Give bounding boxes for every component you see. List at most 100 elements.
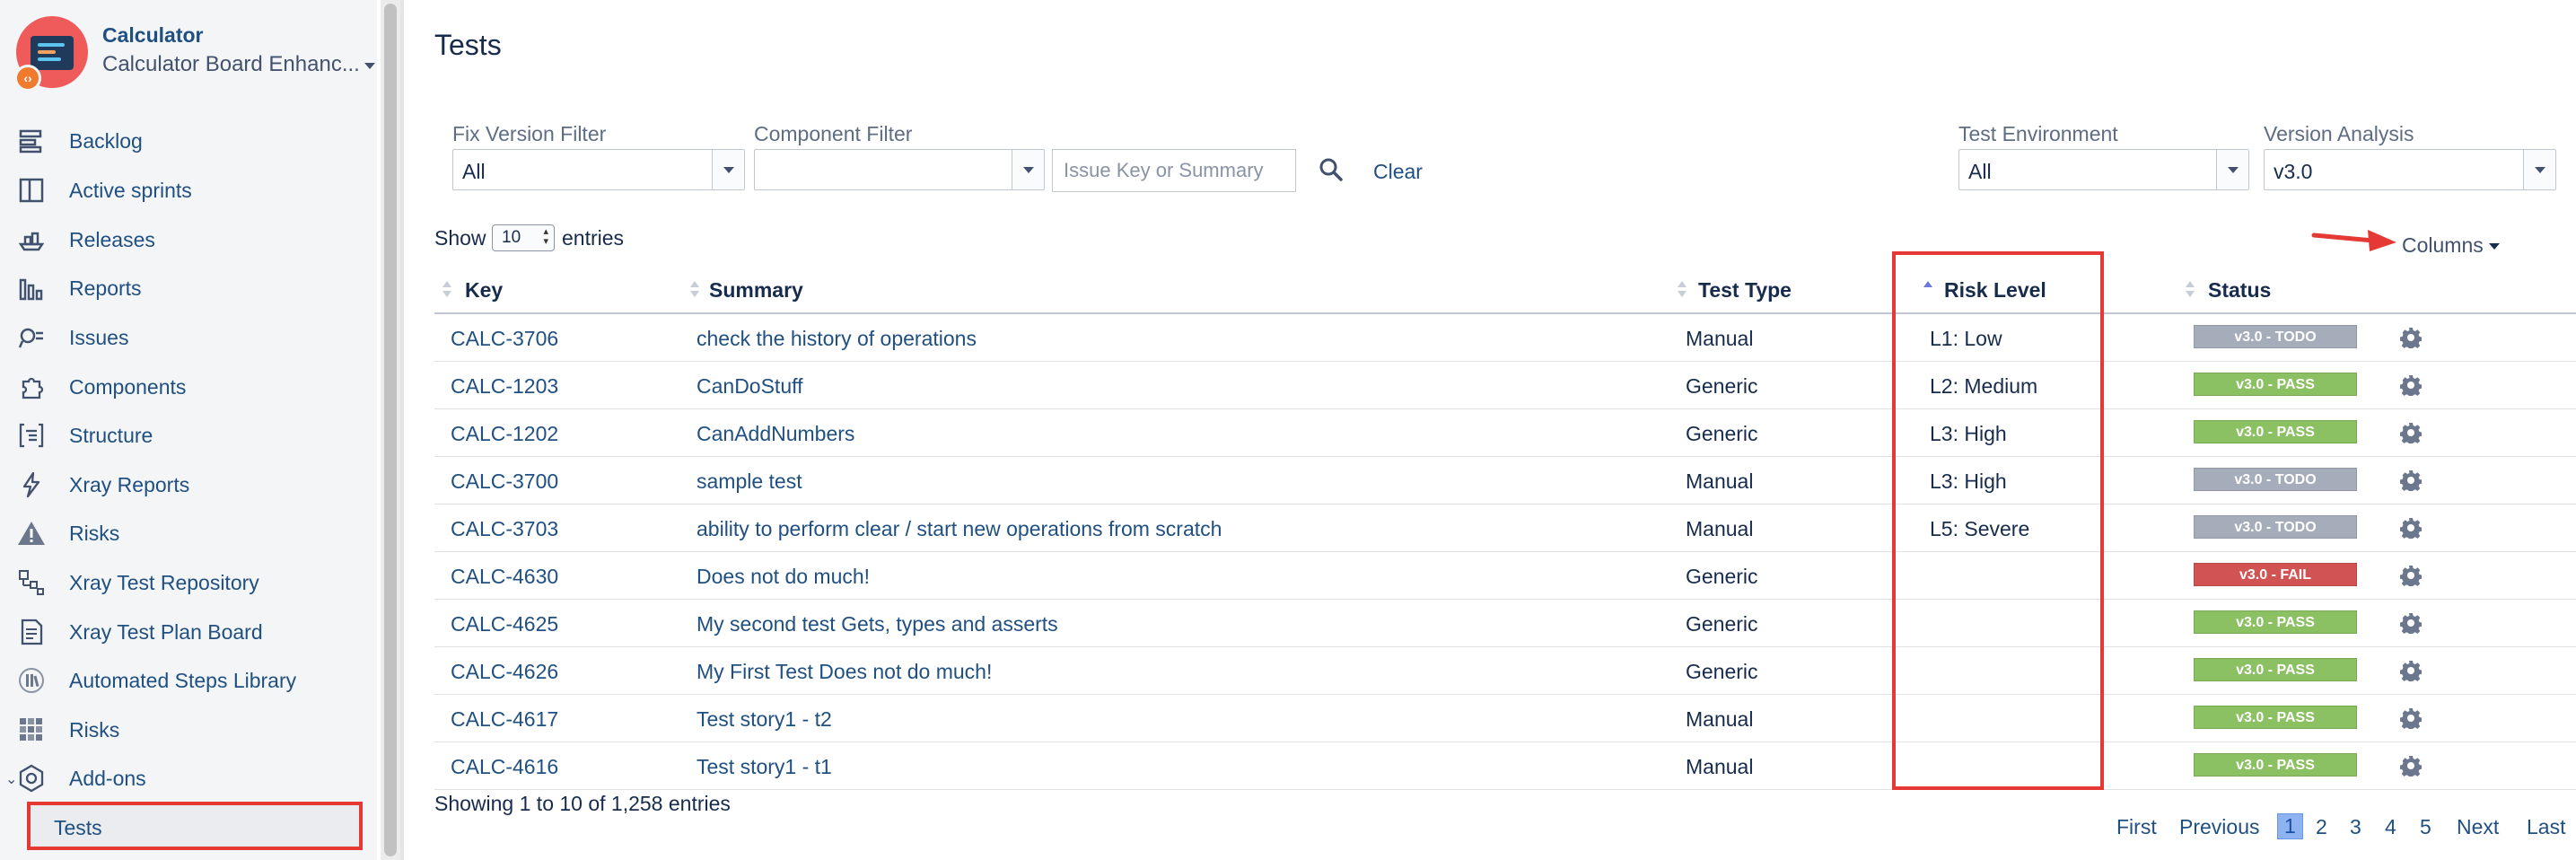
- issue-key-link[interactable]: CALC-4630: [451, 565, 558, 589]
- table-row[interactable]: CALC-4616 Test story1 - t1 Manual v3.0 - PA…: [434, 742, 2576, 790]
- issue-summary-link[interactable]: My second test Gets, types and asserts: [697, 612, 1058, 636]
- issue-summary-link[interactable]: CanDoStuff: [697, 374, 802, 399]
- sidebar-item-label: Automated Steps Library: [69, 668, 297, 692]
- sidebar-item-structure[interactable]: Structure: [0, 413, 377, 458]
- issue-key-link[interactable]: CALC-1202: [451, 422, 558, 446]
- issue-key-link[interactable]: CALC-4625: [451, 612, 558, 636]
- sidebar-item-automated-steps-library[interactable]: Automated Steps Library: [0, 658, 377, 703]
- pagination-previous[interactable]: Previous: [2179, 815, 2259, 839]
- table-row[interactable]: CALC-3703 ability to perform clear / star…: [434, 505, 2576, 552]
- chevron-down-icon[interactable]: [2216, 150, 2248, 189]
- table-row[interactable]: CALC-1202 CanAddNumbers Generic L3: High v3.…: [434, 409, 2576, 457]
- issue-key-link[interactable]: CALC-3703: [451, 517, 558, 541]
- sort-ascending-icon[interactable]: [1923, 281, 1933, 301]
- component-filter-select[interactable]: [754, 149, 1045, 190]
- chevron-down-icon[interactable]: [712, 150, 744, 189]
- sidebar-item-reports[interactable]: Reports: [0, 266, 377, 311]
- pagination-page-1[interactable]: 1: [2277, 813, 2303, 839]
- issue-summary-link[interactable]: Test story1 - t1: [697, 755, 832, 779]
- issue-key-link[interactable]: CALC-3706: [451, 327, 558, 351]
- chevron-down-icon[interactable]: [2523, 150, 2555, 189]
- pagination-last[interactable]: Last: [2527, 815, 2565, 839]
- gear-icon[interactable]: [2399, 612, 2423, 636]
- test-type-cell: Manual: [1686, 517, 1754, 540]
- sort-icon[interactable]: [442, 281, 452, 301]
- board-selector[interactable]: Calculator Board Enhanc...: [102, 52, 363, 77]
- column-header-test-type[interactable]: Test Type: [1698, 278, 1792, 303]
- status-badge: v3.0 - PASS: [2194, 610, 2357, 634]
- issue-key-link[interactable]: CALC-4617: [451, 707, 558, 732]
- chevron-down-icon[interactable]: ⌄: [5, 770, 17, 788]
- gear-icon[interactable]: [2399, 374, 2423, 399]
- sidebar-item-add-ons[interactable]: Add-ons: [0, 756, 377, 801]
- sidebar-item-label: Xray Reports: [69, 472, 190, 496]
- pagination-page-2[interactable]: 2: [2316, 815, 2327, 839]
- search-icon[interactable]: [1318, 156, 1345, 183]
- test-type-cell: Manual: [1686, 707, 1754, 731]
- clear-filters-link[interactable]: Clear: [1373, 160, 1423, 184]
- sort-icon[interactable]: [2185, 281, 2195, 301]
- gear-icon[interactable]: [2399, 660, 2423, 684]
- issue-key-link[interactable]: CALC-4626: [451, 660, 558, 684]
- issue-summary-link[interactable]: Test story1 - t2: [697, 707, 832, 732]
- pagination-page-4[interactable]: 4: [2385, 815, 2396, 839]
- sidebar-item-risks[interactable]: Risks: [0, 511, 377, 556]
- columns-dropdown-button[interactable]: Columns: [2402, 233, 2500, 258]
- test-type-cell: Generic: [1686, 612, 1758, 636]
- issue-summary-link[interactable]: My First Test Does not do much!: [697, 660, 992, 684]
- sidebar-item-risks[interactable]: Risks: [0, 707, 377, 752]
- sort-icon[interactable]: [689, 281, 700, 301]
- table-row[interactable]: CALC-4630 Does not do much! Generic v3.0 - …: [434, 552, 2576, 600]
- sidebar: ‹› Calculator Calculator Board Enhanc...…: [0, 0, 377, 860]
- pagination-page-5[interactable]: 5: [2420, 815, 2431, 839]
- gear-icon[interactable]: [2399, 755, 2423, 779]
- issue-summary-link[interactable]: ability to perform clear / start new ope…: [697, 517, 1222, 541]
- sort-icon[interactable]: [1677, 281, 1687, 301]
- sidebar-item-label: Active sprints: [69, 178, 192, 202]
- column-header-status[interactable]: Status: [2208, 278, 2271, 303]
- issue-summary-link[interactable]: sample test: [697, 469, 802, 494]
- issue-search-input[interactable]: [1052, 149, 1296, 192]
- sidebar-item-xray-test-repository[interactable]: Xray Test Repository: [0, 560, 377, 605]
- version-analysis-select[interactable]: v3.0: [2264, 149, 2556, 190]
- table-row[interactable]: CALC-3706 check the history of operations…: [434, 314, 2576, 362]
- issue-summary-link[interactable]: Does not do much!: [697, 565, 870, 589]
- column-header-risk-level[interactable]: Risk Level: [1944, 278, 2046, 303]
- pagination-next[interactable]: Next: [2457, 815, 2499, 839]
- sidebar-item-issues[interactable]: Issues: [0, 315, 377, 360]
- column-header-summary[interactable]: Summary: [709, 278, 803, 303]
- sidebar-item-releases[interactable]: Releases: [0, 217, 377, 262]
- sidebar-item-backlog[interactable]: Backlog: [0, 118, 377, 163]
- issue-key-link[interactable]: CALC-4616: [451, 755, 558, 779]
- issue-key-link[interactable]: CALC-1203: [451, 374, 558, 399]
- gear-icon[interactable]: [2399, 565, 2423, 589]
- table-row[interactable]: CALC-4617 Test story1 - t2 Manual v3.0 - PA…: [434, 695, 2576, 742]
- gear-icon[interactable]: [2399, 469, 2423, 494]
- table-row[interactable]: CALC-4626 My First Test Does not do much!…: [434, 647, 2576, 695]
- sidebar-item-xray-test-plan-board[interactable]: Xray Test Plan Board: [0, 610, 377, 654]
- issue-summary-link[interactable]: check the history of operations: [697, 327, 977, 351]
- gear-icon[interactable]: [2399, 327, 2423, 351]
- table-row[interactable]: CALC-4625 My second test Gets, types and …: [434, 600, 2576, 647]
- issue-key-link[interactable]: CALC-3700: [451, 469, 558, 494]
- gear-icon[interactable]: [2399, 707, 2423, 732]
- column-header-key[interactable]: Key: [465, 278, 503, 303]
- table-row[interactable]: CALC-3700 sample test Manual L3: High v3.0 -…: [434, 457, 2576, 505]
- sidebar-scrollbar[interactable]: [381, 0, 400, 860]
- fix-version-filter-select[interactable]: All: [452, 149, 745, 190]
- chevron-down-icon[interactable]: [364, 63, 375, 69]
- table-row[interactable]: CALC-1203 CanDoStuff Generic L2: Medium v3.0…: [434, 362, 2576, 409]
- chevron-down-icon[interactable]: [1012, 150, 1044, 189]
- pagination-first[interactable]: First: [2116, 815, 2157, 839]
- sidebar-item-components[interactable]: Components: [0, 364, 377, 409]
- project-name[interactable]: Calculator: [102, 23, 203, 48]
- scrollbar-thumb[interactable]: [384, 4, 397, 856]
- sidebar-item-active-sprints[interactable]: Active sprints: [0, 168, 377, 213]
- entries-per-page-select[interactable]: 10: [492, 224, 555, 251]
- gear-icon[interactable]: [2399, 517, 2423, 541]
- sidebar-item-xray-reports[interactable]: Xray Reports: [0, 462, 377, 507]
- issue-summary-link[interactable]: CanAddNumbers: [697, 422, 854, 446]
- test-environment-select[interactable]: All: [1958, 149, 2249, 190]
- pagination-page-3[interactable]: 3: [2350, 815, 2361, 839]
- gear-icon[interactable]: [2399, 422, 2423, 446]
